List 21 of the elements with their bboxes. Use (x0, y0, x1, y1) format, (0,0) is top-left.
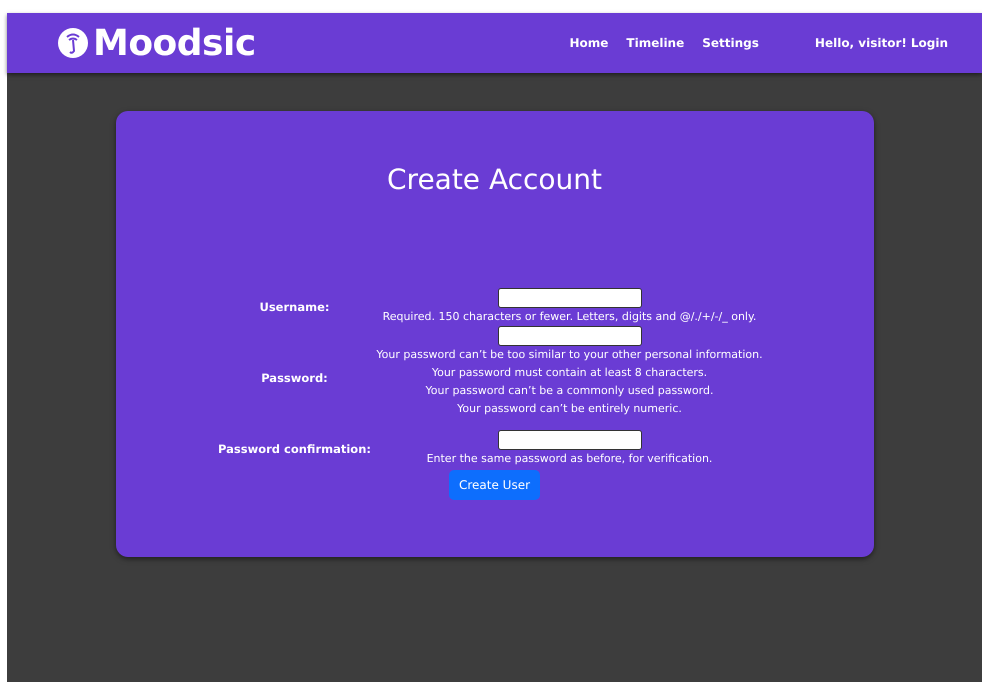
logo-icon (57, 27, 89, 59)
help-text: Your password can’t be a commonly used password. (426, 383, 714, 399)
help-text: Enter the same password as before, for verification. (426, 451, 712, 467)
nav-link[interactable]: Timeline (626, 36, 684, 50)
nav-link[interactable]: Home (569, 36, 608, 50)
nav-link[interactable]: Settings (702, 36, 759, 50)
create-user-button[interactable]: Create User (448, 470, 540, 500)
help-text: Your password must contain at least 8 characters. (432, 365, 708, 381)
brand-name[interactable]: Moodsic (93, 22, 256, 64)
input-field[interactable] (498, 326, 642, 346)
field-label: Username: (260, 300, 330, 314)
input-field[interactable] (498, 430, 642, 450)
field-label: Password confirmation: (218, 442, 371, 456)
field-label: Password: (261, 371, 328, 385)
page-title: Create Account (387, 163, 602, 196)
input-field[interactable] (498, 288, 642, 308)
login-link[interactable]: Login (910, 36, 948, 50)
help-text: Your password can’t be too similar to your other personal information. (376, 347, 763, 363)
greeting-text: Hello, visitor! (814, 36, 907, 50)
help-text: Required. 150 characters or fewer. Letters, digits and @/./+/-/_ only. (382, 309, 756, 325)
help-text: Your password can’t be entirely numeric. (457, 401, 682, 417)
